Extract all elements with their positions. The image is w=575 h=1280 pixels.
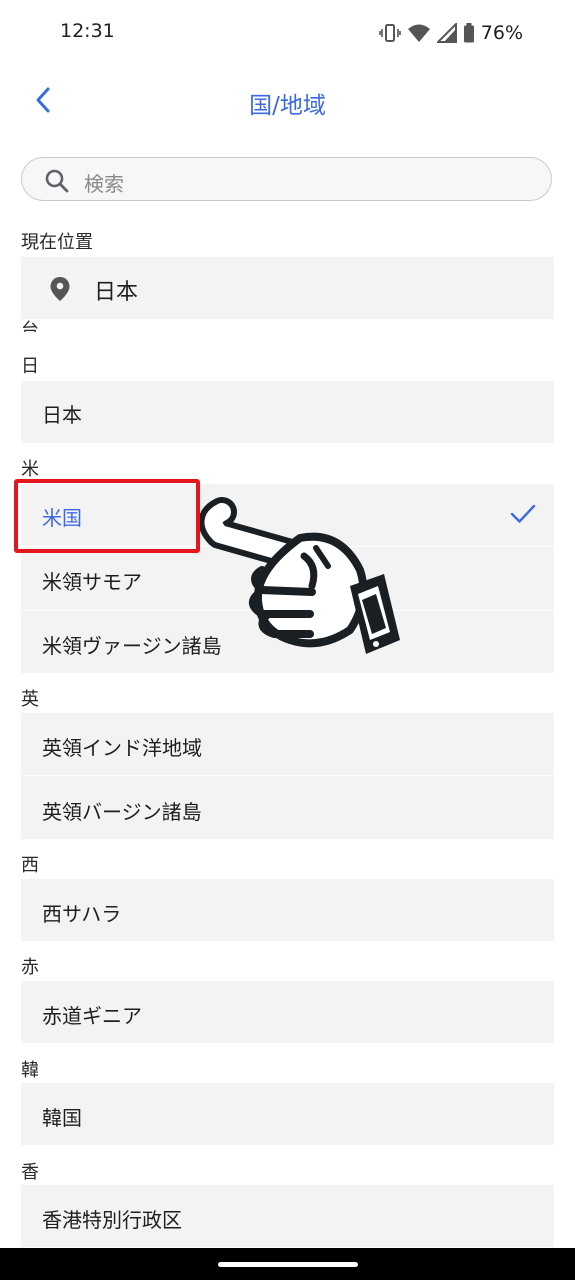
section-heading-partial: 台 [21,320,39,332]
section-heading: 西 [21,855,39,876]
current-location-value: 日本 [94,280,139,305]
country-item-hong-kong[interactable]: 香港特別行政区 [21,1185,554,1247]
country-item-equatorial-guinea[interactable]: 赤道ギニア [21,981,554,1043]
home-gesture-handle[interactable] [218,1262,358,1267]
signal-icon [436,23,457,43]
pointing-hand-icon [200,497,400,654]
country-item-western-sahara[interactable]: 西サハラ [21,879,554,941]
navigation-bar [0,1248,575,1280]
wifi-icon [407,24,430,42]
section-heading: 日 [21,356,39,377]
battery-icon [463,23,474,43]
location-pin-icon [50,277,70,301]
country-label: 日本 [42,403,82,427]
highlight-box [14,479,200,553]
country-label: 赤道ギニア [42,1004,142,1028]
country-label: 英領バージン諸島 [42,800,202,824]
search-placeholder: 検索 [84,172,124,196]
app-bar: 国/地域 [0,66,575,138]
current-location-heading: 現在位置 [21,232,93,253]
status-icons: 76% [378,20,523,46]
page-title: 国/地域 [249,93,326,119]
status-bar: 12:31 76% [0,0,575,66]
battery-percent: 76% [480,22,523,44]
status-time: 12:31 [60,20,115,42]
country-item-british-virgin-islands[interactable]: 英領バージン諸島 [21,776,554,839]
country-label: 英領インド洋地域 [42,736,202,760]
search-icon [45,169,69,193]
section-heading: 米 [21,459,39,480]
country-item-japan[interactable]: 日本 [21,381,554,443]
check-icon [510,504,536,523]
country-item-british-indian-ocean[interactable]: 英領インド洋地域 [21,713,554,775]
country-item-south-korea[interactable]: 韓国 [21,1083,554,1145]
vibrate-icon [378,24,401,42]
country-label: 西サハラ [42,902,122,926]
section-heading: 赤 [21,957,39,978]
country-label: 韓国 [42,1106,82,1130]
current-location-item[interactable]: 日本 [21,257,554,319]
section-heading: 香 [21,1162,39,1183]
country-label: 香港特別行政区 [42,1208,182,1232]
country-label: 米領サモア [42,570,142,594]
section-heading: 英 [21,689,39,710]
country-label: 米領ヴァージン諸島 [42,634,222,658]
search-input[interactable]: 検索 [21,157,552,201]
section-heading: 韓 [21,1060,39,1081]
